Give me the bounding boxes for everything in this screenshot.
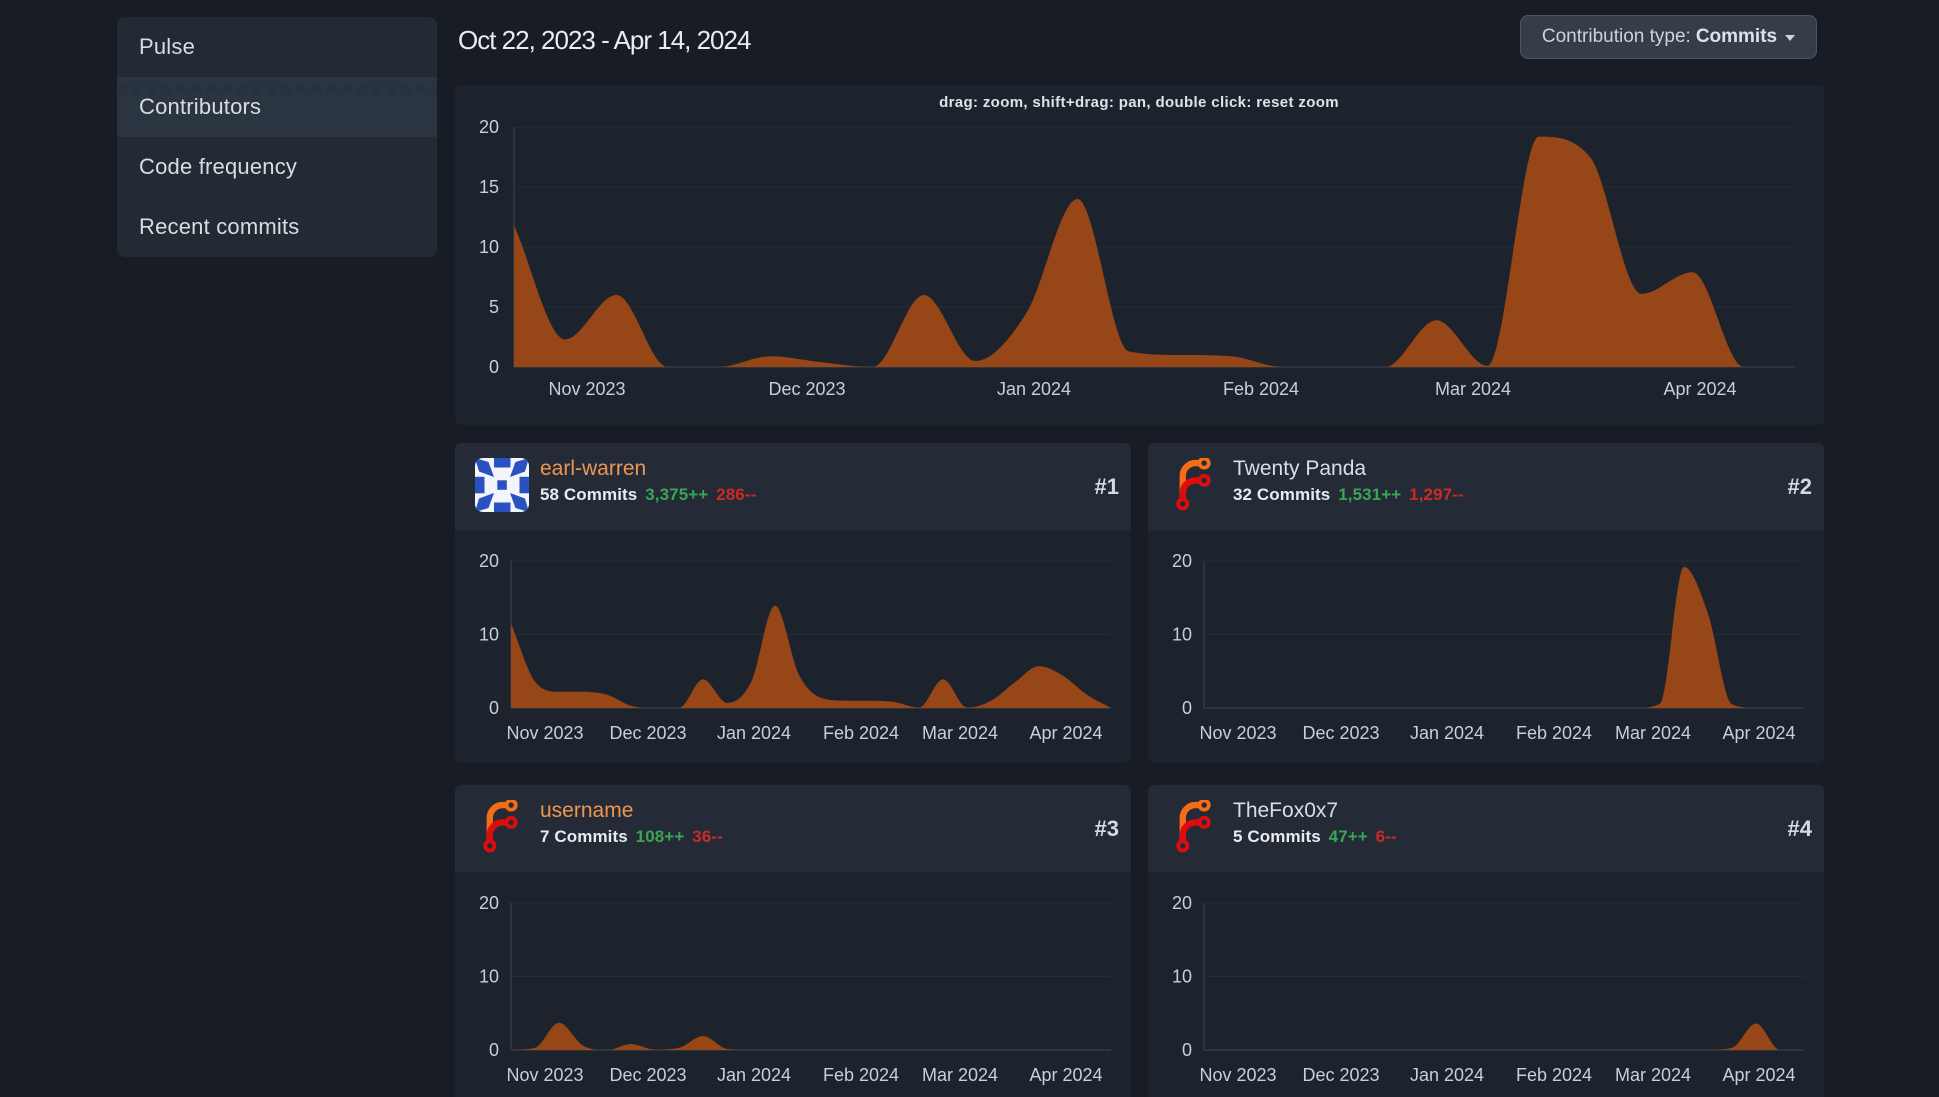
svg-text:Mar 2024: Mar 2024	[1435, 379, 1511, 399]
svg-text:0: 0	[489, 698, 499, 718]
svg-text:20: 20	[479, 893, 499, 913]
svg-text:10: 10	[479, 625, 499, 645]
svg-text:5: 5	[489, 297, 499, 317]
svg-text:Feb 2024: Feb 2024	[1223, 379, 1299, 399]
svg-text:Mar 2024: Mar 2024	[922, 723, 998, 743]
svg-text:Feb 2024: Feb 2024	[823, 1065, 899, 1085]
svg-text:Mar 2024: Mar 2024	[1615, 723, 1691, 743]
svg-text:0: 0	[489, 1040, 499, 1060]
svg-text:Dec 2023: Dec 2023	[768, 379, 845, 399]
svg-text:Jan 2024: Jan 2024	[717, 723, 791, 743]
svg-text:Apr 2024: Apr 2024	[1663, 379, 1736, 399]
svg-text:Mar 2024: Mar 2024	[1615, 1065, 1691, 1085]
svg-text:Dec 2023: Dec 2023	[609, 1065, 686, 1085]
svg-text:Nov 2023: Nov 2023	[548, 379, 625, 399]
svg-text:Jan 2024: Jan 2024	[997, 379, 1071, 399]
svg-text:20: 20	[479, 551, 499, 571]
svg-text:0: 0	[1182, 698, 1192, 718]
svg-text:10: 10	[479, 237, 499, 257]
svg-text:Mar 2024: Mar 2024	[922, 1065, 998, 1085]
svg-text:Dec 2023: Dec 2023	[1302, 1065, 1379, 1085]
svg-text:20: 20	[1172, 551, 1192, 571]
svg-text:Jan 2024: Jan 2024	[1410, 723, 1484, 743]
svg-text:Feb 2024: Feb 2024	[1516, 723, 1592, 743]
svg-text:Nov 2023: Nov 2023	[506, 723, 583, 743]
svg-text:Apr 2024: Apr 2024	[1722, 723, 1795, 743]
svg-text:Feb 2024: Feb 2024	[823, 723, 899, 743]
svg-text:10: 10	[479, 967, 499, 987]
svg-text:15: 15	[479, 177, 499, 197]
svg-text:Nov 2023: Nov 2023	[506, 1065, 583, 1085]
svg-text:0: 0	[489, 357, 499, 377]
svg-text:drag: zoom, shift+drag: pan, d: drag: zoom, shift+drag: pan, double clic…	[939, 94, 1339, 111]
svg-text:Jan 2024: Jan 2024	[1410, 1065, 1484, 1085]
svg-text:Jan 2024: Jan 2024	[717, 1065, 791, 1085]
svg-text:10: 10	[1172, 967, 1192, 987]
svg-text:Nov 2023: Nov 2023	[1199, 1065, 1276, 1085]
svg-text:Apr 2024: Apr 2024	[1029, 723, 1102, 743]
svg-text:Nov 2023: Nov 2023	[1199, 723, 1276, 743]
svg-text:Feb 2024: Feb 2024	[1516, 1065, 1592, 1085]
svg-text:Dec 2023: Dec 2023	[609, 723, 686, 743]
svg-text:0: 0	[1182, 1040, 1192, 1060]
svg-text:10: 10	[1172, 625, 1192, 645]
svg-text:20: 20	[1172, 893, 1192, 913]
svg-text:Apr 2024: Apr 2024	[1722, 1065, 1795, 1085]
svg-text:Dec 2023: Dec 2023	[1302, 723, 1379, 743]
svg-text:20: 20	[479, 117, 499, 137]
svg-text:Apr 2024: Apr 2024	[1029, 1065, 1102, 1085]
